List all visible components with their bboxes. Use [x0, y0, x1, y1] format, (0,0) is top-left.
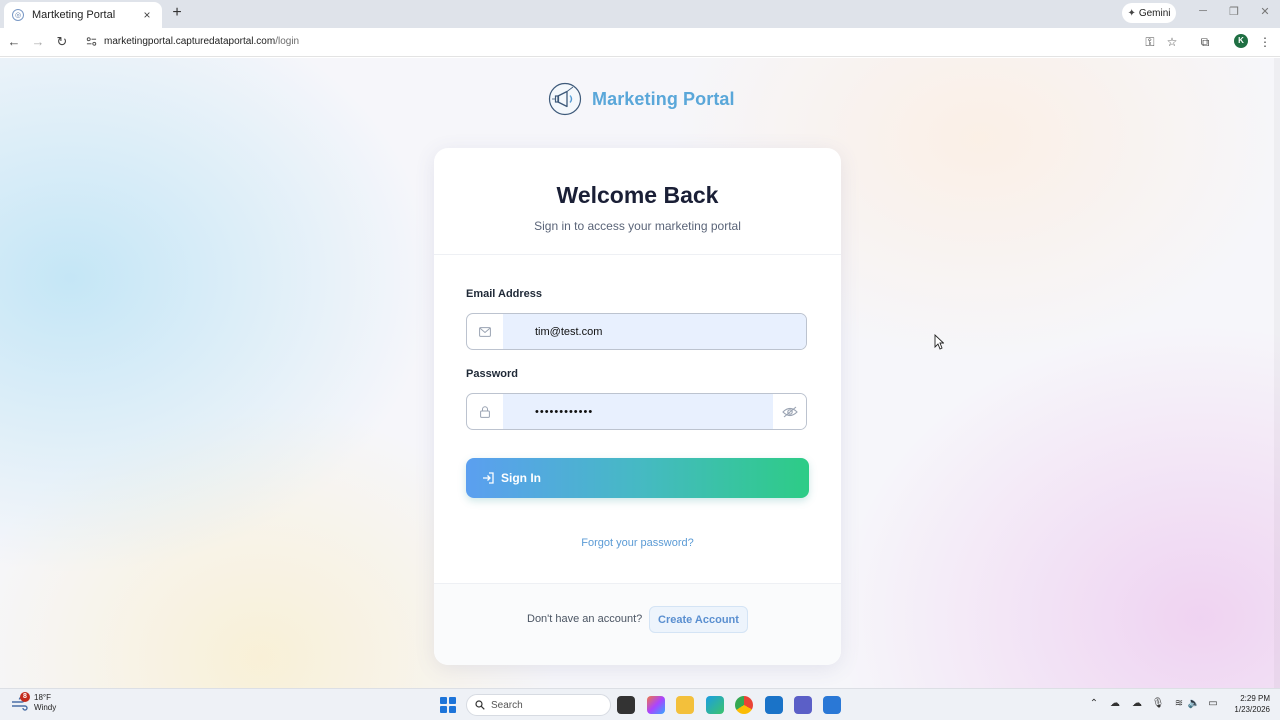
search-placeholder: Search — [491, 699, 523, 711]
sign-in-button[interactable]: Sign In — [466, 458, 809, 498]
toggle-password-visibility-icon[interactable] — [773, 394, 806, 429]
email-label: Email Address — [466, 288, 543, 300]
bookmark-star-icon[interactable]: ☆ — [1165, 35, 1179, 49]
lock-icon — [467, 394, 503, 429]
url-host: marketingportal.capturedataportal.com — [104, 36, 276, 47]
page-scrollbar[interactable] — [1274, 58, 1280, 688]
login-page: Marketing Portal Welcome Back Sign in to… — [0, 58, 1280, 688]
weather-badge: 8 — [20, 692, 30, 702]
password-key-icon[interactable]: ⚿ — [1143, 35, 1157, 49]
back-icon[interactable]: ← — [6, 34, 22, 50]
task-view-icon[interactable] — [617, 696, 635, 714]
copilot-icon[interactable] — [647, 696, 665, 714]
weather-widget[interactable]: 8 18°F Windy — [10, 692, 57, 713]
brand-header: Marketing Portal — [548, 82, 735, 116]
browser-tabstrip: ◎ Martketing Portal × + ✦ Gemini ─ ❐ ✕ — [0, 0, 1280, 28]
password-field[interactable] — [466, 393, 807, 430]
clock-date: 1/23/2026 — [1234, 705, 1270, 714]
windows-taskbar: 8 18°F Windy Search ⌃ ☁ ☁ 🎙 ≋ 🔈 ▭ 2:29 P… — [0, 688, 1280, 720]
edge-icon[interactable] — [706, 696, 724, 714]
forgot-password-link[interactable]: Forgot your password? — [434, 537, 841, 549]
login-arrow-icon — [483, 472, 494, 484]
weather-temp: 18°F — [34, 693, 51, 702]
email-input[interactable] — [503, 314, 806, 349]
browser-tab[interactable]: ◎ Martketing Portal × — [4, 2, 162, 28]
page-subtitle: Sign in to access your marketing portal — [534, 219, 741, 233]
tray-chevron-up-icon[interactable]: ⌃ — [1087, 698, 1101, 709]
brand-name: Marketing Portal — [592, 88, 735, 109]
megaphone-logo-icon — [548, 82, 582, 116]
card-footer: Don't have an account? Create Account — [434, 583, 841, 665]
clock-time: 2:29 PM — [1240, 694, 1270, 703]
wifi-icon[interactable]: ≋ — [1172, 698, 1186, 709]
restore-icon[interactable]: ❐ — [1227, 5, 1241, 18]
microphone-icon[interactable]: 🎙 — [1151, 698, 1165, 709]
search-icon — [475, 700, 485, 710]
battery-icon[interactable]: ▭ — [1205, 698, 1221, 709]
tab-close-icon[interactable]: × — [140, 8, 154, 22]
outlook-icon[interactable] — [765, 696, 783, 714]
forward-icon[interactable]: → — [30, 34, 46, 50]
file-explorer-icon[interactable] — [676, 696, 694, 714]
weather-desc: Windy — [34, 703, 57, 712]
start-menu-icon[interactable] — [440, 697, 456, 713]
gemini-button[interactable]: ✦ Gemini — [1122, 3, 1176, 23]
sign-in-label: Sign In — [501, 471, 541, 485]
password-input[interactable] — [503, 394, 773, 429]
system-clock[interactable]: 2:29 PM 1/23/2026 — [1226, 693, 1270, 715]
create-account-button[interactable]: Create Account — [649, 606, 748, 633]
menu-dots-icon[interactable]: ⋮ — [1258, 35, 1272, 49]
card-header: Welcome Back Sign in to access your mark… — [434, 148, 841, 255]
portal-favicon-icon: ◎ — [12, 9, 24, 21]
password-label: Password — [466, 368, 518, 380]
browser-toolbar: ← → ↻ marketingportal.capturedataportal.… — [0, 28, 1280, 57]
email-field[interactable] — [466, 313, 807, 350]
address-bar[interactable]: marketingportal.capturedataportal.com/lo… — [104, 36, 299, 47]
profile-avatar[interactable]: K — [1234, 34, 1248, 48]
close-window-icon[interactable]: ✕ — [1258, 5, 1272, 18]
reload-icon[interactable]: ↻ — [54, 34, 70, 50]
minimize-icon[interactable]: ─ — [1196, 5, 1210, 17]
chrome-icon[interactable] — [735, 696, 753, 714]
settings-gear-icon[interactable] — [823, 696, 841, 714]
taskbar-search[interactable]: Search — [466, 694, 611, 716]
no-account-text: Don't have an account? — [527, 613, 643, 625]
cloud-icon[interactable]: ☁ — [1130, 698, 1144, 709]
tab-title: Martketing Portal — [32, 9, 116, 21]
login-card: Welcome Back Sign in to access your mark… — [434, 148, 841, 665]
gemini-label: Gemini — [1138, 7, 1171, 19]
tab-search-icon[interactable]: ⧉ — [1198, 35, 1212, 49]
onedrive-icon[interactable]: ☁ — [1108, 698, 1122, 709]
sparkle-icon: ✦ — [1127, 7, 1136, 19]
page-title: Welcome Back — [556, 182, 719, 208]
teams-icon[interactable] — [794, 696, 812, 714]
site-info-icon[interactable] — [86, 36, 97, 47]
new-tab-button[interactable]: + — [168, 4, 186, 22]
url-path: /login — [275, 36, 300, 47]
wind-icon: 8 — [10, 692, 30, 713]
mail-icon — [467, 314, 503, 349]
volume-icon[interactable]: 🔈 — [1187, 698, 1201, 709]
mouse-cursor-icon — [934, 334, 944, 350]
